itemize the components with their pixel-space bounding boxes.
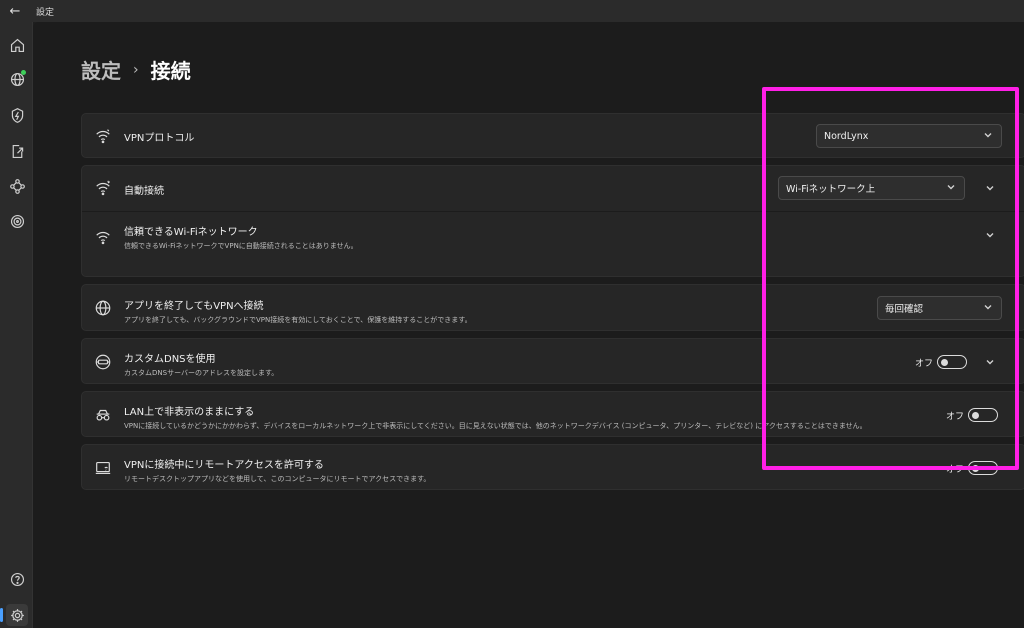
home-icon[interactable] bbox=[6, 34, 28, 56]
trusted-wifi-title: 信頼できるWi-Fiネットワーク bbox=[124, 227, 258, 238]
vpn-protocol-title: VPNプロトコル bbox=[124, 133, 195, 144]
split-tunnel-icon[interactable] bbox=[6, 140, 28, 162]
connection-status-dot bbox=[21, 70, 26, 75]
breadcrumb-separator-icon: › bbox=[133, 61, 139, 78]
back-arrow-icon: ← bbox=[9, 3, 21, 19]
sidebar bbox=[0, 22, 33, 628]
breadcrumb-parent[interactable]: 設定 bbox=[81, 55, 121, 84]
incognito-glasses-icon bbox=[94, 406, 112, 424]
page-title: 接続 bbox=[150, 59, 191, 83]
auto-connect-title: 自動接続 bbox=[124, 186, 164, 197]
remote-access-desc: リモートデスクトップアプリなどを使用して、このコンピュータにリモートでアクセスで… bbox=[124, 475, 431, 483]
target-icon[interactable] bbox=[6, 210, 28, 232]
keep-vpn-desc: アプリを終了しても、バックグラウンドでVPN接続を有効にしておくことで、保護を維… bbox=[124, 316, 472, 324]
globe-icon bbox=[94, 299, 112, 317]
globe-icon[interactable] bbox=[6, 68, 28, 90]
remote-access-title: VPNに接続中にリモートアクセスを許可する bbox=[124, 460, 324, 471]
window-title: 設定 bbox=[36, 7, 55, 18]
dns-globe-icon bbox=[94, 353, 112, 371]
meshnet-icon[interactable] bbox=[6, 175, 28, 197]
trusted-wifi-desc: 信頼できるWi-FiネットワークでVPNに自動接続されることはありません。 bbox=[124, 242, 358, 250]
invisible-lan-desc: VPNに接続しているかどうかにかかわらず、デバイスをローカルネットワーク上で非表… bbox=[124, 422, 867, 430]
wifi-auto-icon bbox=[94, 179, 112, 197]
invisible-lan-title: LAN上で非表示のままにする bbox=[124, 407, 255, 418]
wifi-settings-icon bbox=[94, 127, 112, 145]
wifi-icon bbox=[94, 228, 112, 246]
title-bar: ← 設定 bbox=[0, 0, 1024, 22]
breadcrumb: 設定 › 接続 bbox=[81, 55, 191, 84]
custom-dns-desc: カスタムDNSサーバーのアドレスを設定します。 bbox=[124, 369, 279, 377]
help-icon[interactable] bbox=[6, 568, 28, 590]
shield-bolt-icon[interactable] bbox=[6, 104, 28, 126]
custom-dns-title: カスタムDNSを使用 bbox=[124, 354, 216, 365]
settings-icon[interactable] bbox=[6, 604, 28, 626]
highlight-box bbox=[762, 87, 1019, 470]
back-button[interactable]: ← bbox=[0, 0, 30, 22]
active-indicator bbox=[0, 608, 3, 622]
keep-vpn-title: アプリを終了してもVPNへ接続 bbox=[124, 301, 264, 312]
remote-desktop-icon bbox=[94, 459, 112, 477]
